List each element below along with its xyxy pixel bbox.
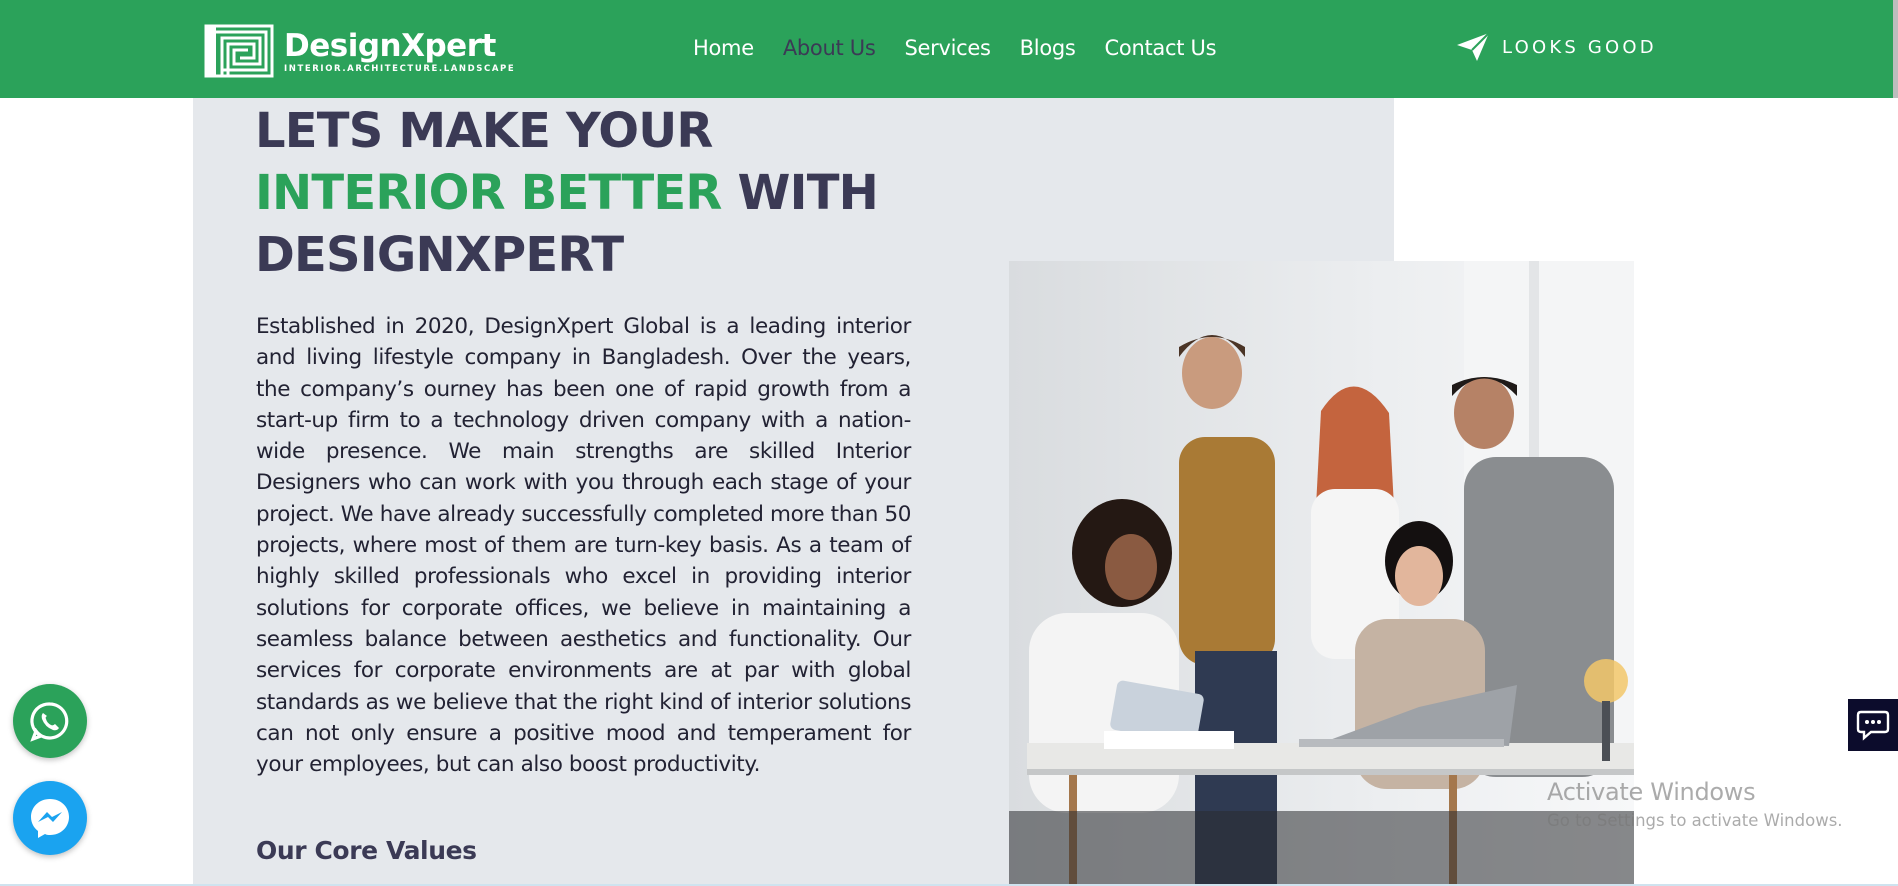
- core-values-heading: Our Core Values: [256, 836, 477, 865]
- watermark-title: Activate Windows: [1547, 778, 1756, 806]
- nav-about-us[interactable]: About Us: [783, 36, 876, 60]
- brand-tagline: INTERIOR.ARCHITECTURE.LANDSCAPE: [284, 63, 516, 74]
- nav-contact-us[interactable]: Contact Us: [1105, 36, 1217, 60]
- messenger-icon: [31, 799, 69, 838]
- messenger-button[interactable]: [13, 781, 87, 855]
- logo-square-maze-icon: [204, 24, 274, 78]
- headline-highlight: INTERIOR BETTER: [255, 165, 722, 221]
- nav-services[interactable]: Services: [905, 36, 991, 60]
- team-photo: [1009, 261, 1634, 886]
- paper-plane-icon: [1457, 32, 1490, 61]
- watermark-subtitle: Go to Settings to activate Windows.: [1547, 811, 1843, 830]
- headline-line-1: LETS MAKE YOUR: [255, 103, 713, 159]
- about-paragraph: Established in 2020, DesignXpert Global …: [256, 314, 911, 778]
- looks-good-button[interactable]: LOOKS GOOD: [1456, 32, 1657, 62]
- site-header: DesignXpert INTERIOR.ARCHITECTURE.LANDSC…: [0, 0, 1898, 98]
- scrollbar[interactable]: [1893, 0, 1898, 98]
- main-nav: Home About Us Services Blogs Contact Us: [693, 36, 1245, 60]
- nav-home[interactable]: Home: [693, 36, 754, 60]
- looks-good-label: LOOKS GOOD: [1502, 36, 1657, 58]
- nav-blogs[interactable]: Blogs: [1020, 36, 1076, 60]
- whatsapp-icon: [30, 702, 69, 742]
- activate-windows-watermark: Activate Windows Go to Settings to activ…: [1547, 778, 1843, 830]
- chat-bubble-icon: [1856, 710, 1890, 741]
- headline-line-2-rest: WITH: [721, 165, 879, 221]
- headline-line-3: DESIGNXPERT: [255, 227, 624, 283]
- team-photo-illustration: [1009, 261, 1634, 886]
- logo[interactable]: DesignXpert INTERIOR.ARCHITECTURE.LANDSC…: [204, 24, 515, 78]
- brand-name: DesignXpert: [284, 27, 496, 64]
- chat-widget-button[interactable]: [1848, 699, 1898, 751]
- whatsapp-button[interactable]: [13, 684, 87, 758]
- hero-headline: LETS MAKE YOUR INTERIOR BETTER WITH DESI…: [255, 100, 879, 286]
